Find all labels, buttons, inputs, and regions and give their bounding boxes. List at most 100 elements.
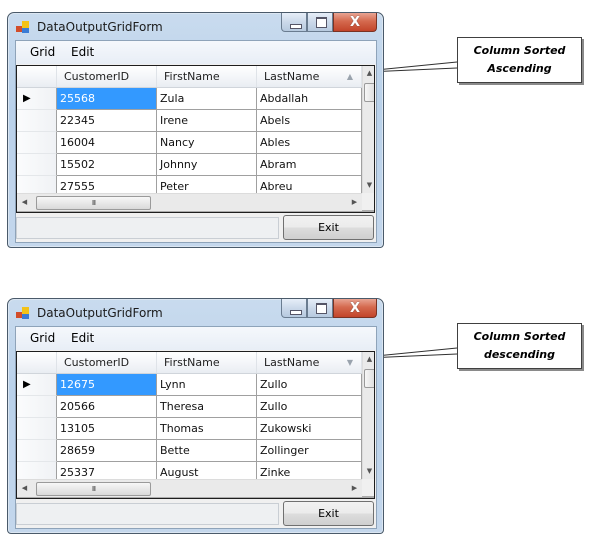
cell-lastname[interactable]: Zullo: [257, 396, 362, 418]
horizontal-scrollbar[interactable]: ◀ III ▶: [17, 193, 362, 211]
sort-ascending-icon: ▲: [346, 72, 353, 81]
maximize-button[interactable]: [307, 13, 333, 32]
table-row[interactable]: 16004 Nancy Ables: [17, 132, 362, 154]
cell-customerid[interactable]: 15502: [57, 154, 157, 176]
cell-firstname[interactable]: Zula: [157, 88, 257, 110]
cell-lastname[interactable]: Zollinger: [257, 440, 362, 462]
table-row[interactable]: 28659 Bette Zollinger: [17, 440, 362, 462]
column-header-lastname[interactable]: LastName ▼: [257, 352, 362, 373]
column-header-lastname[interactable]: LastName ▲: [257, 66, 362, 87]
maximize-icon: [316, 303, 327, 314]
column-header-firstname[interactable]: FirstName: [157, 66, 257, 87]
minimize-button[interactable]: [281, 299, 307, 318]
vertical-scroll-thumb[interactable]: [364, 83, 374, 102]
cell-lastname[interactable]: Ables: [257, 132, 362, 154]
minimize-button[interactable]: [281, 13, 307, 32]
cell-lastname[interactable]: Abram: [257, 154, 362, 176]
data-grid[interactable]: CustomerID FirstName LastName ▲ ▶ 25568 Z…: [16, 65, 375, 213]
scroll-down-icon[interactable]: ▼: [363, 464, 374, 479]
close-button[interactable]: X: [333, 13, 377, 32]
table-row[interactable]: 13105 Thomas Zukowski: [17, 418, 362, 440]
cell-firstname[interactable]: Johnny: [157, 154, 257, 176]
scroll-up-icon[interactable]: ▲: [363, 352, 374, 367]
minimize-icon: [290, 24, 302, 29]
menu-edit[interactable]: Edit: [71, 331, 94, 345]
data-output-grid-window-descending: DataOutputGridForm X Grid Edit CustomerI…: [7, 298, 384, 534]
table-row[interactable]: 20566 Theresa Zullo: [17, 396, 362, 418]
cell-firstname[interactable]: Lynn: [157, 374, 257, 396]
maximize-button[interactable]: [307, 299, 333, 318]
scroll-down-icon[interactable]: ▼: [363, 178, 374, 193]
close-icon: X: [349, 301, 361, 316]
row-header[interactable]: [17, 154, 57, 176]
close-button[interactable]: X: [333, 299, 377, 318]
table-row[interactable]: 15502 Johnny Abram: [17, 154, 362, 176]
app-icon: [16, 21, 30, 33]
status-textbox[interactable]: [16, 217, 279, 239]
cell-customerid[interactable]: 20566: [57, 396, 157, 418]
data-grid[interactable]: CustomerID FirstName LastName ▼ ▶ 12675 L…: [16, 351, 375, 499]
row-header[interactable]: ▶: [17, 374, 57, 396]
cell-customerid[interactable]: 25568: [57, 88, 157, 110]
cell-firstname[interactable]: Theresa: [157, 396, 257, 418]
window-title: DataOutputGridForm: [37, 306, 163, 320]
cell-customerid[interactable]: 12675: [57, 374, 157, 396]
exit-button[interactable]: Exit: [283, 215, 374, 240]
scroll-left-icon[interactable]: ◀: [17, 480, 32, 497]
close-icon: X: [349, 15, 361, 30]
column-header-customerid[interactable]: CustomerID: [57, 352, 157, 373]
vertical-scroll-thumb[interactable]: [364, 369, 374, 388]
horizontal-scroll-thumb[interactable]: III: [36, 482, 151, 496]
scroll-up-icon[interactable]: ▲: [363, 66, 374, 81]
vertical-scrollbar[interactable]: ▲ ▼: [362, 352, 374, 479]
cell-lastname[interactable]: Abdallah: [257, 88, 362, 110]
grid-header-row: CustomerID FirstName LastName ▼: [17, 352, 362, 374]
column-header-firstname[interactable]: FirstName: [157, 352, 257, 373]
grid-header-row: CustomerID FirstName LastName ▲: [17, 66, 362, 88]
menu-grid[interactable]: Grid: [30, 45, 55, 59]
table-row[interactable]: ▶ 25568 Zula Abdallah: [17, 88, 362, 110]
menu-edit[interactable]: Edit: [71, 45, 94, 59]
cell-customerid[interactable]: 16004: [57, 132, 157, 154]
scrollbar-corner: [362, 193, 374, 210]
cell-customerid[interactable]: 13105: [57, 418, 157, 440]
current-row-pointer-icon: ▶: [23, 93, 31, 104]
vertical-scrollbar[interactable]: ▲ ▼: [362, 66, 374, 193]
cell-firstname[interactable]: Irene: [157, 110, 257, 132]
cell-customerid[interactable]: 28659: [57, 440, 157, 462]
cell-firstname[interactable]: Thomas: [157, 418, 257, 440]
column-header-customerid[interactable]: CustomerID: [57, 66, 157, 87]
callout-sorted-ascending: Column Sorted Ascending: [457, 37, 582, 83]
column-header-lastname-label: LastName: [264, 356, 320, 369]
horizontal-scroll-thumb[interactable]: III: [36, 196, 151, 210]
cell-customerid[interactable]: 22345: [57, 110, 157, 132]
title-bar[interactable]: DataOutputGridForm X: [8, 299, 383, 327]
exit-button[interactable]: Exit: [283, 501, 374, 526]
row-header[interactable]: [17, 396, 57, 418]
scroll-right-icon[interactable]: ▶: [347, 480, 362, 497]
title-bar[interactable]: DataOutputGridForm X: [8, 13, 383, 41]
horizontal-scrollbar[interactable]: ◀ III ▶: [17, 479, 362, 497]
table-row[interactable]: ▶ 12675 Lynn Zullo: [17, 374, 362, 396]
row-header-corner[interactable]: [17, 352, 57, 373]
cell-firstname[interactable]: Bette: [157, 440, 257, 462]
menu-grid[interactable]: Grid: [30, 331, 55, 345]
row-header[interactable]: [17, 418, 57, 440]
cell-firstname[interactable]: Nancy: [157, 132, 257, 154]
cell-lastname[interactable]: Abels: [257, 110, 362, 132]
row-header[interactable]: [17, 440, 57, 462]
window-title: DataOutputGridForm: [37, 20, 163, 34]
callout-line-1: Column Sorted: [473, 44, 566, 57]
status-textbox[interactable]: [16, 503, 279, 525]
row-header[interactable]: [17, 110, 57, 132]
cell-lastname[interactable]: Zukowski: [257, 418, 362, 440]
callout-line-2: descending: [483, 348, 556, 361]
row-header-corner[interactable]: [17, 66, 57, 87]
minimize-icon: [290, 310, 302, 315]
scroll-left-icon[interactable]: ◀: [17, 194, 32, 211]
row-header[interactable]: ▶: [17, 88, 57, 110]
cell-lastname[interactable]: Zullo: [257, 374, 362, 396]
table-row[interactable]: 22345 Irene Abels: [17, 110, 362, 132]
row-header[interactable]: [17, 132, 57, 154]
scroll-right-icon[interactable]: ▶: [347, 194, 362, 211]
